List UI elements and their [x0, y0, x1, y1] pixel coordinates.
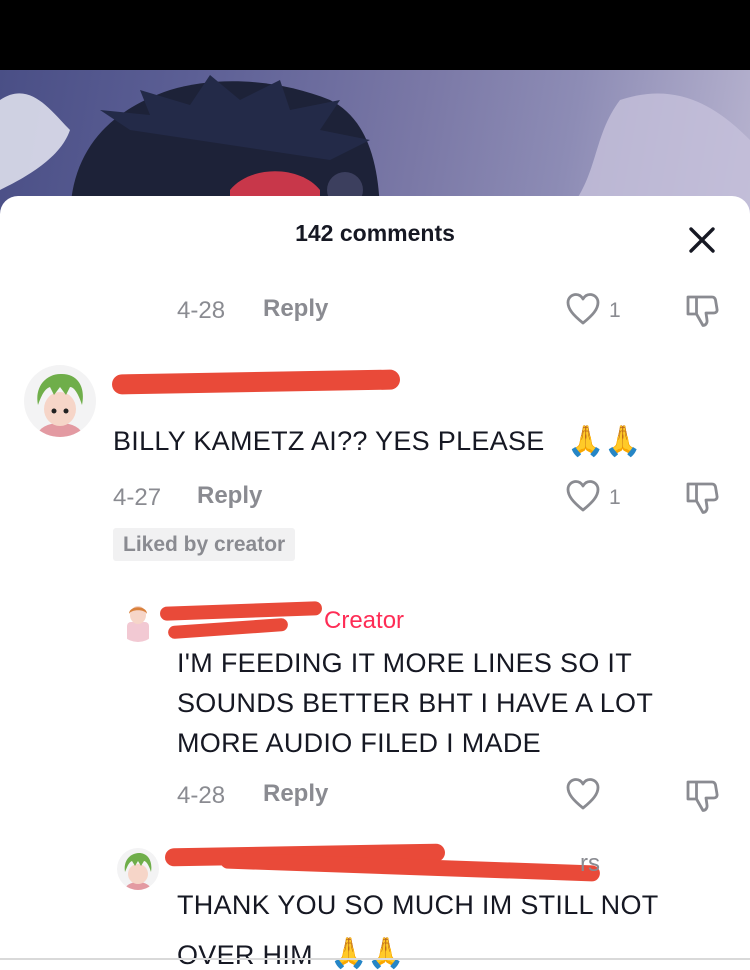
heart-icon[interactable] [565, 292, 601, 326]
comment-date: 4-28 [177, 782, 226, 809]
creator-label: Creator [324, 607, 405, 634]
redaction-mark [159, 601, 323, 621]
folded-hands-emoji: 🙏🙏 [330, 937, 405, 970]
comment-text-line: SOUNDS BETTER BHT I HAVE A LOT [177, 688, 654, 718]
reply-button[interactable]: Reply [197, 482, 262, 510]
liked-by-creator-badge: Liked by creator [113, 528, 296, 561]
comment-date: 4-27 [113, 484, 162, 511]
heart-icon[interactable] [565, 777, 601, 811]
close-icon[interactable] [686, 224, 718, 256]
bottom-divider [0, 958, 750, 960]
like-count: 1 [609, 486, 621, 509]
redaction-mark [167, 617, 289, 640]
dislike-icon[interactable] [684, 293, 720, 329]
like-count: 1 [609, 299, 621, 322]
avatar[interactable] [117, 848, 159, 890]
comment-text-line: MORE AUDIO FILED I MADE [177, 728, 541, 758]
reply-button[interactable]: Reply [263, 295, 328, 323]
avatar-image [117, 848, 159, 890]
comment-text-line: I'M FEEDING IT MORE LINES SO IT [177, 648, 633, 678]
avatar-image [24, 365, 96, 437]
top-black-bar [0, 0, 750, 70]
avatar-image [117, 600, 159, 642]
comment-text-line: OVER HIM [177, 940, 313, 970]
reply-button[interactable]: Reply [263, 780, 328, 808]
redaction-mark [111, 369, 401, 395]
creator-avatar[interactable] [117, 600, 159, 642]
dislike-icon[interactable] [684, 778, 720, 814]
comment-date: 4-28 [177, 297, 226, 324]
folded-hands-emoji: 🙏🙏 [567, 425, 642, 458]
dislike-icon[interactable] [684, 480, 720, 516]
comment-text: BILLY KAMETZ AI?? YES PLEASE [113, 426, 545, 456]
comment-count-title: 142 comments [295, 220, 455, 246]
avatar[interactable] [24, 365, 96, 437]
comments-sheet: 142 comments 4-28 Reply 1 BILLY KAMETZ A… [0, 196, 750, 970]
heart-icon[interactable] [565, 479, 601, 513]
comment-text-line: THANK YOU SO MUCH IM STILL NOT [177, 890, 659, 920]
username-fragment: rs [580, 850, 600, 877]
